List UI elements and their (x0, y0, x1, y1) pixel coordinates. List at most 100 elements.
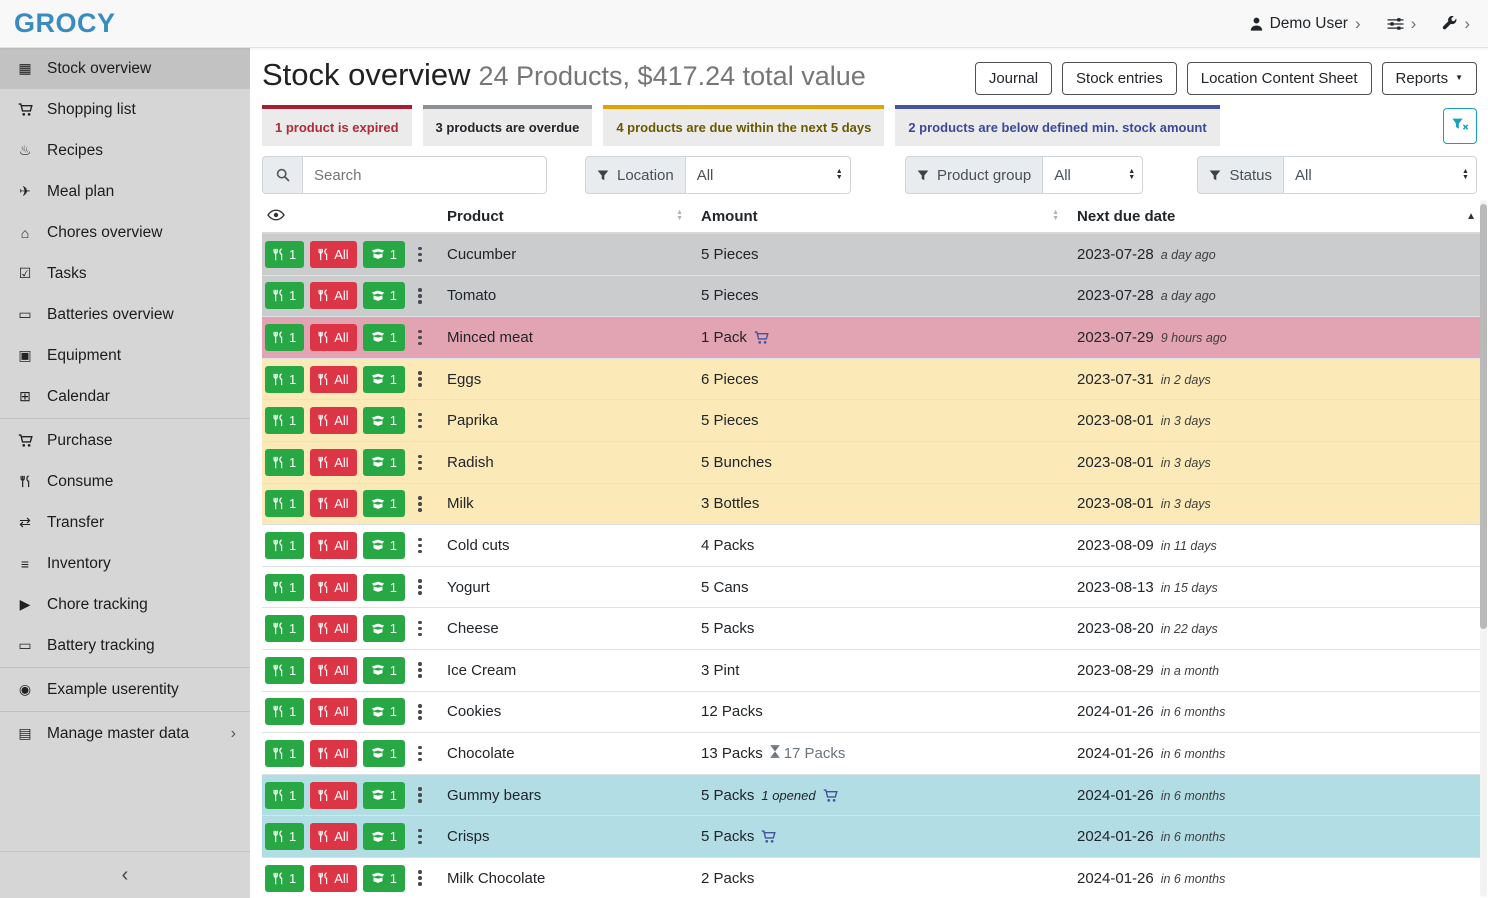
product-group-select[interactable]: All ▲▼ (1043, 156, 1143, 194)
row-menu-button[interactable] (411, 740, 429, 767)
sidebar-item-consume[interactable]: Consume (0, 461, 250, 502)
row-menu-button[interactable] (411, 782, 429, 809)
consume-one-button[interactable]: 1 (265, 490, 304, 517)
sidebar-item-meal-plan[interactable]: ✈ Meal plan (0, 171, 250, 212)
consume-all-button[interactable]: All (310, 407, 356, 434)
consume-one-button[interactable]: 1 (265, 740, 304, 767)
column-visibility-toggle[interactable] (262, 208, 447, 225)
open-one-button[interactable]: 1 (363, 532, 405, 559)
consume-one-button[interactable]: 1 (265, 282, 304, 309)
sidebar-item-chore-tracking[interactable]: ▶ Chore tracking (0, 584, 250, 625)
sidebar-item-inventory[interactable]: ≡ Inventory (0, 543, 250, 584)
banner-expired[interactable]: 1 product is expired (262, 105, 412, 146)
open-one-button[interactable]: 1 (363, 615, 405, 642)
sidebar-item-equipment[interactable]: ▣ Equipment (0, 335, 250, 376)
consume-all-button[interactable]: All (310, 865, 356, 892)
status-select[interactable]: All ▲▼ (1284, 156, 1477, 194)
consume-all-button[interactable]: All (310, 657, 356, 684)
consume-all-button[interactable]: All (310, 574, 356, 601)
sidebar-item-tasks[interactable]: ☑ Tasks (0, 253, 250, 294)
row-menu-button[interactable] (411, 490, 429, 517)
row-menu-button[interactable] (411, 823, 429, 850)
sidebar-item-manage-master-data[interactable]: ▤ Manage master data › (0, 713, 250, 754)
row-menu-button[interactable] (411, 657, 429, 684)
sidebar-item-chores-overview[interactable]: ⌂ Chores overview (0, 212, 250, 253)
consume-one-button[interactable]: 1 (265, 324, 304, 351)
row-menu-button[interactable] (411, 282, 429, 309)
sidebar-collapse-button[interactable]: ‹ (0, 851, 250, 898)
consume-one-button[interactable]: 1 (265, 366, 304, 393)
row-menu-button[interactable] (411, 366, 429, 393)
consume-one-button[interactable]: 1 (265, 865, 304, 892)
row-menu-button[interactable] (411, 407, 429, 434)
banner-overdue[interactable]: 3 products are overdue (423, 105, 593, 146)
open-one-button[interactable]: 1 (363, 366, 405, 393)
consume-all-button[interactable]: All (310, 366, 356, 393)
sidebar-item-purchase[interactable]: Purchase (0, 420, 250, 461)
clear-filters-button[interactable] (1443, 108, 1477, 144)
sidebar-item-batteries-overview[interactable]: ▭ Batteries overview (0, 294, 250, 335)
open-one-button[interactable]: 1 (363, 574, 405, 601)
consume-all-button[interactable]: All (310, 615, 356, 642)
open-one-button[interactable]: 1 (363, 324, 405, 351)
consume-one-button[interactable]: 1 (265, 698, 304, 725)
sidebar-item-calendar[interactable]: ⊞ Calendar (0, 376, 250, 417)
location-select[interactable]: All ▲▼ (686, 156, 851, 194)
open-one-button[interactable]: 1 (363, 282, 405, 309)
row-menu-button[interactable] (411, 532, 429, 559)
consume-one-button[interactable]: 1 (265, 449, 304, 476)
sidebar-item-transfer[interactable]: ⇄ Transfer (0, 502, 250, 543)
consume-all-button[interactable]: All (310, 740, 356, 767)
row-menu-button[interactable] (411, 865, 429, 892)
consume-all-button[interactable]: All (310, 532, 356, 559)
reports-button[interactable]: Reports▼ (1382, 62, 1477, 95)
consume-all-button[interactable]: All (310, 823, 356, 850)
scrollbar-thumb[interactable] (1480, 204, 1487, 629)
consume-one-button[interactable]: 1 (265, 574, 304, 601)
consume-one-button[interactable]: 1 (265, 407, 304, 434)
open-one-button[interactable]: 1 (363, 782, 405, 809)
consume-one-button[interactable]: 1 (265, 823, 304, 850)
sidebar-item-stock-overview[interactable]: ▦ Stock overview (0, 48, 250, 89)
location-content-sheet-button[interactable]: Location Content Sheet (1187, 62, 1372, 95)
search-input[interactable] (302, 156, 547, 194)
sidebar-item-battery-tracking[interactable]: ▭ Battery tracking (0, 625, 250, 666)
settings-menu[interactable]: › (1387, 15, 1417, 32)
journal-button[interactable]: Journal (975, 62, 1052, 95)
column-header-amount[interactable]: Amount ▲▼ (701, 208, 1077, 225)
consume-one-button[interactable]: 1 (265, 782, 304, 809)
row-menu-button[interactable] (411, 615, 429, 642)
consume-one-button[interactable]: 1 (265, 615, 304, 642)
consume-all-button[interactable]: All (310, 698, 356, 725)
sidebar-item-recipes[interactable]: ♨ Recipes (0, 130, 250, 171)
banner-due-soon[interactable]: 4 products are due within the next 5 day… (603, 105, 884, 146)
consume-one-button[interactable]: 1 (265, 657, 304, 684)
row-menu-button[interactable] (411, 574, 429, 601)
scrollbar[interactable] (1480, 200, 1487, 897)
row-menu-button[interactable] (411, 324, 429, 351)
consume-all-button[interactable]: All (310, 490, 356, 517)
open-one-button[interactable]: 1 (363, 865, 405, 892)
stock-entries-button[interactable]: Stock entries (1062, 62, 1177, 95)
sidebar-item-shopping-list[interactable]: Shopping list (0, 89, 250, 130)
open-one-button[interactable]: 1 (363, 490, 405, 517)
column-header-product[interactable]: Product ▲▼ (447, 208, 701, 225)
row-menu-button[interactable] (411, 698, 429, 725)
open-one-button[interactable]: 1 (363, 449, 405, 476)
consume-all-button[interactable]: All (310, 324, 356, 351)
consume-one-button[interactable]: 1 (265, 241, 304, 268)
consume-all-button[interactable]: All (310, 241, 356, 268)
consume-all-button[interactable]: All (310, 449, 356, 476)
open-one-button[interactable]: 1 (363, 657, 405, 684)
consume-one-button[interactable]: 1 (265, 532, 304, 559)
open-one-button[interactable]: 1 (363, 407, 405, 434)
app-logo[interactable]: GROCY (14, 8, 116, 39)
admin-menu[interactable]: › (1442, 15, 1470, 32)
open-one-button[interactable]: 1 (363, 823, 405, 850)
open-one-button[interactable]: 1 (363, 698, 405, 725)
open-one-button[interactable]: 1 (363, 241, 405, 268)
row-menu-button[interactable] (411, 241, 429, 268)
column-header-next-due-date[interactable]: Next due date ▲ (1077, 208, 1482, 225)
row-menu-button[interactable] (411, 449, 429, 476)
sidebar-item-example-userentity[interactable]: ◉ Example userentity (0, 669, 250, 710)
